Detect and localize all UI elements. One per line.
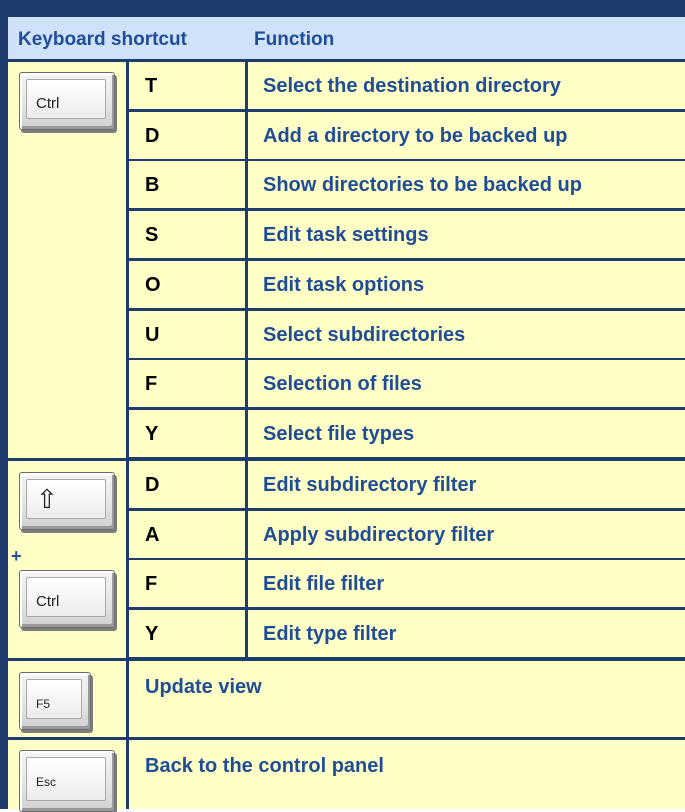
plus-sign: + bbox=[11, 546, 22, 566]
shortcut-key-letter: S bbox=[145, 224, 159, 247]
shortcut-function-text: Edit file filter bbox=[263, 573, 385, 596]
shortcut-key-letter: O bbox=[145, 273, 161, 296]
ctrl-key-label: Ctrl bbox=[36, 95, 60, 112]
shortcut-function-text: Add a directory to be backed up bbox=[263, 124, 568, 147]
shortcut-table: Keyboard shortcut Function Ctrl T Select … bbox=[0, 0, 685, 812]
shortcut-function-text: Show directories to be backed up bbox=[263, 174, 582, 197]
shortcut-function-text: Edit task options bbox=[263, 273, 425, 296]
shortcut-key-letter: D bbox=[145, 474, 160, 496]
shortcut-key-letter: Y bbox=[145, 623, 159, 646]
shortcut-function-text: Select file types bbox=[263, 422, 415, 445]
ctrl-keycap-2: Ctrl bbox=[19, 570, 115, 628]
esc-function-text: Back to the control panel bbox=[145, 755, 384, 777]
esc-keycap: Esc bbox=[19, 750, 115, 812]
ctrl-keycap: Ctrl bbox=[19, 72, 115, 130]
shortcut-function-text: Select subdirectories bbox=[263, 323, 466, 346]
f5-function-cell bbox=[129, 661, 685, 737]
header-function: Function bbox=[254, 29, 335, 50]
shortcut-key-letter: A bbox=[145, 523, 160, 546]
shortcut-function-text: Edit type filter bbox=[263, 623, 397, 646]
shortcut-function-text: Selection of files bbox=[263, 373, 422, 396]
shortcut-key-letter: T bbox=[145, 75, 158, 97]
header-keyboard-shortcut: Keyboard shortcut bbox=[18, 29, 187, 50]
shortcut-function-text: Apply subdirectory filter bbox=[263, 523, 495, 546]
shortcut-key-letter: U bbox=[145, 323, 160, 346]
shift-arrow-icon: ⇧ bbox=[36, 485, 58, 515]
shortcut-key-letter: F bbox=[145, 373, 158, 396]
shortcut-key-letter: Y bbox=[145, 422, 159, 445]
shortcut-function-text: Edit task settings bbox=[263, 224, 429, 247]
ctrl-key-label: Ctrl bbox=[36, 593, 60, 610]
keycap-face bbox=[26, 679, 82, 719]
shortcut-key-letter: D bbox=[145, 124, 160, 147]
f5-keycap: F5 bbox=[19, 672, 91, 730]
shortcut-function-text: Edit subdirectory filter bbox=[263, 474, 477, 496]
shortcut-key-letter: B bbox=[145, 174, 160, 197]
f5-key-label: F5 bbox=[36, 697, 51, 711]
shortcut-function-text: Select the destination directory bbox=[263, 75, 561, 97]
shortcut-key-letter: F bbox=[145, 573, 158, 596]
f5-function-text: Update view bbox=[145, 676, 262, 698]
shift-keycap: ⇧ bbox=[19, 472, 115, 530]
esc-key-label: Esc bbox=[36, 775, 57, 789]
